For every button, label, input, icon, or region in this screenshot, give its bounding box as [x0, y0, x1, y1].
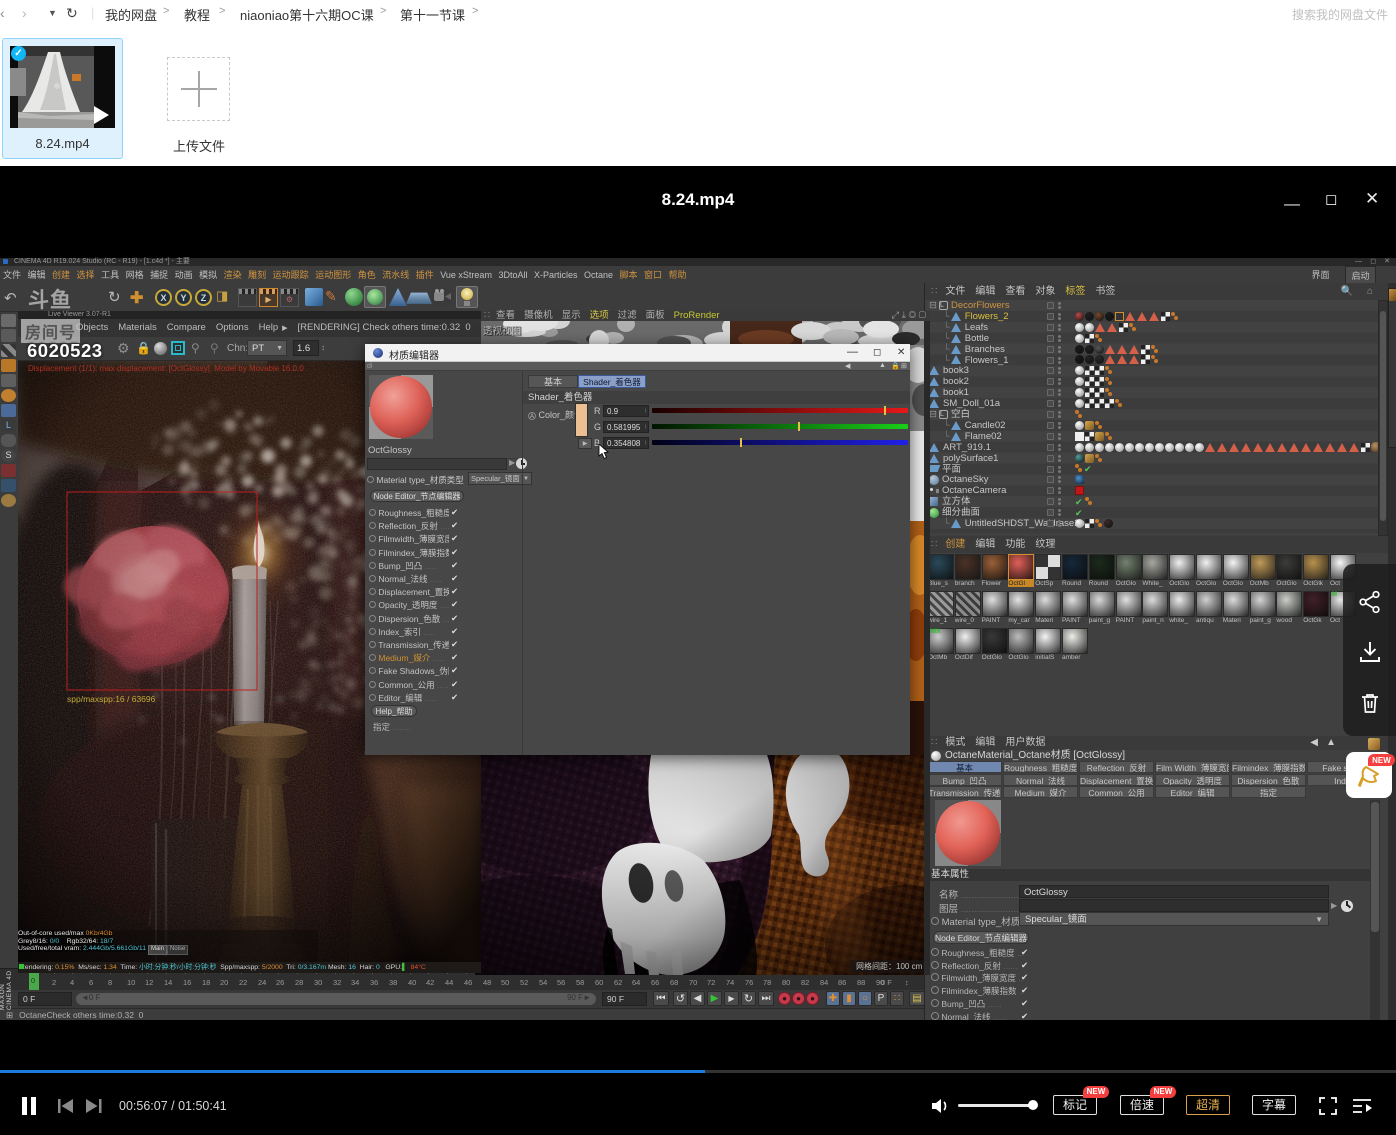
svg-text:spp/maxspp:16 / 63696: spp/maxspp:16 / 63696 [67, 694, 156, 704]
svg-text:网格间距：100 cm: 网格间距：100 cm [856, 961, 923, 971]
svg-text:Displacement (1/1): max displa: Displacement (1/1): max displacement: [O… [28, 364, 304, 373]
